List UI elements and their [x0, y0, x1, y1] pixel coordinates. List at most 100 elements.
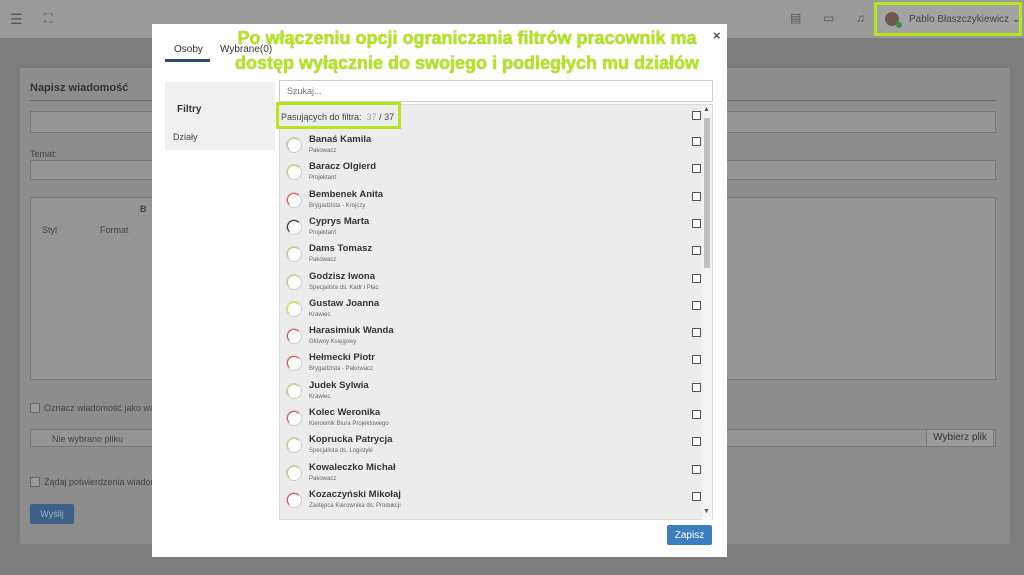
avatar-status-ring: [287, 192, 301, 207]
person-position: Główny Księgowy: [309, 339, 357, 346]
person-name: Cyprys Marta: [309, 215, 370, 227]
filters-panel: Filtry Działy: [165, 82, 275, 150]
annotation-callout: Po włączeniu opcji ograniczania filtrów …: [212, 26, 722, 76]
person-position: Specjalista ds. Kadr i Płac: [309, 284, 379, 291]
list-item[interactable]: Hełmecki Piotr Brygadzista - Pakowacz: [283, 351, 701, 378]
search-field[interactable]: [279, 80, 713, 102]
avatar: [286, 273, 302, 290]
avatar-status-ring: [287, 411, 301, 425]
person-name: Judek Sylwia: [309, 379, 369, 391]
list-item[interactable]: Gustaw Joanna Krawiec: [283, 297, 701, 324]
person-name: Koprucka Patrycja: [309, 434, 393, 446]
person-checkbox[interactable]: [692, 382, 701, 392]
filter-count: Pasujących do filtra: 37 / 37: [281, 112, 394, 122]
people-list: Banaś Kamila Pakowacz Baracz Olgierd Projek…: [279, 104, 713, 520]
avatar: [286, 246, 302, 263]
list-item[interactable]: Dams Tomasz Pakowacz: [283, 242, 701, 269]
person-position: Krawiec: [309, 393, 331, 400]
filter-count-label: Pasujących do filtra:: [281, 112, 362, 122]
person-position: Pakowacz: [309, 475, 337, 482]
person-position: Pakowacz: [309, 148, 337, 154]
person-checkbox[interactable]: [692, 164, 701, 174]
list-item[interactable]: Judek Sylwia Krawiec: [283, 379, 701, 406]
person-position: Projektant: [309, 229, 337, 236]
avatar-status-ring: [287, 383, 301, 398]
person-checkbox[interactable]: [692, 137, 701, 146]
scroll-down-icon[interactable]: ▼: [703, 508, 710, 515]
list-item[interactable]: Koprucka Patrycja Specjalista ds. Logisty…: [283, 433, 701, 460]
confirm-read-label: Żądaj potwierdzenia wiadom: [44, 477, 159, 487]
person-checkbox[interactable]: [692, 355, 701, 365]
person-checkbox[interactable]: [692, 191, 701, 201]
list-item[interactable]: Harasimiuk Wanda Główny Księgowy: [283, 324, 701, 351]
person-checkbox[interactable]: [692, 300, 701, 310]
search-input[interactable]: [280, 81, 712, 101]
avatar: [286, 164, 302, 181]
person-checkbox[interactable]: [692, 218, 701, 228]
bold-button[interactable]: B: [140, 204, 147, 214]
close-icon[interactable]: ×: [713, 28, 721, 43]
avatar: [286, 328, 302, 345]
scrollbar-thumb[interactable]: [704, 118, 710, 268]
person-checkbox[interactable]: [692, 273, 701, 283]
person-checkbox[interactable]: [692, 246, 701, 256]
person-position: Projektant: [309, 175, 337, 182]
user-name: Pablo Błaszczykiewicz ⌄: [909, 14, 1021, 25]
person-checkbox[interactable]: [692, 328, 701, 338]
filter-item-dzialy[interactable]: Działy: [173, 132, 198, 142]
person-name: Dams Tomasz: [309, 243, 373, 255]
format-select[interactable]: Format: [100, 225, 129, 235]
person-position: Pakowacz: [309, 257, 337, 264]
avatar: [286, 300, 302, 317]
person-name: Kolec Weronika: [309, 407, 381, 418]
save-button[interactable]: Zapisz: [667, 525, 712, 545]
list-item[interactable]: Cyprys Marta Projektant: [283, 215, 701, 242]
list-scrollbar[interactable]: ▲ ▼: [702, 106, 712, 520]
mark-important-label: Oznacz wiadomość jako waż: [44, 403, 160, 413]
list-item[interactable]: Godzisz Iwona Specjalista ds. Kadr i Płac: [283, 270, 701, 297]
avatar: [286, 355, 302, 372]
filters-title: Filtry: [177, 104, 202, 115]
person-checkbox[interactable]: [692, 410, 701, 419]
expand-icon[interactable]: ⛶: [44, 11, 52, 26]
list-item[interactable]: Bembenek Anita Brygadzista - Krojczy: [283, 188, 701, 215]
list-item[interactable]: Kozaczyński Mikołaj Zastępca Kierownika d…: [283, 488, 701, 515]
annotation-line-1: Po włączeniu opcji ograniczania filtrów …: [237, 28, 697, 48]
compose-title: Napisz wiadomość: [30, 82, 129, 94]
subject-label: Temat:: [30, 149, 58, 159]
tab-wybrane[interactable]: Wybrane(0): [220, 44, 272, 55]
clipboard-icon[interactable]: ▤: [790, 11, 801, 25]
chat-icon[interactable]: ▭: [823, 11, 834, 25]
person-checkbox[interactable]: [692, 464, 701, 474]
tab-osoby[interactable]: Osoby: [174, 44, 203, 55]
confirm-read-checkbox[interactable]: [30, 477, 40, 487]
avatar: [286, 191, 302, 208]
mark-important-checkbox[interactable]: [30, 403, 40, 413]
person-name: Kozaczyński Mikołaj: [309, 488, 401, 500]
active-tab-indicator: [165, 59, 210, 62]
list-item[interactable]: Baracz Olgierd Projektant: [283, 160, 701, 187]
person-position: Zastępca Kierownika ds. Produkcji: [309, 502, 401, 509]
select-all-checkbox[interactable]: [692, 111, 701, 120]
filter-count-highlight: Pasujących do filtra: 37 / 37: [276, 102, 401, 129]
person-checkbox[interactable]: [692, 437, 701, 447]
send-button[interactable]: Wyślij: [30, 504, 74, 524]
avatar: [286, 218, 302, 235]
style-select[interactable]: Styl: [42, 225, 57, 235]
bell-icon[interactable]: ♫: [856, 11, 865, 25]
choose-file-button[interactable]: Wybierz plik: [926, 429, 994, 447]
avatar-status-ring: [287, 465, 301, 480]
user-menu[interactable]: Pablo Błaszczykiewicz ⌄: [874, 2, 1022, 36]
hamburger-icon[interactable]: ☰: [10, 11, 23, 28]
list-item[interactable]: Kolec Weronika Kierownik Biura Projektowe…: [283, 406, 701, 433]
scroll-up-icon[interactable]: ▲: [703, 106, 710, 113]
avatar-status-ring: [287, 138, 301, 152]
person-position: Brygadzista - Krojczy: [309, 202, 366, 209]
avatar-status-ring: [287, 247, 301, 262]
person-name: Banaś Kamila: [309, 134, 372, 145]
avatar: [286, 464, 302, 481]
person-name: Kowaleczko Michał: [309, 461, 396, 473]
person-checkbox[interactable]: [692, 491, 701, 501]
list-item[interactable]: Banaś Kamila Pakowacz: [283, 133, 701, 160]
list-item[interactable]: Kowaleczko Michał Pakowacz: [283, 461, 701, 488]
